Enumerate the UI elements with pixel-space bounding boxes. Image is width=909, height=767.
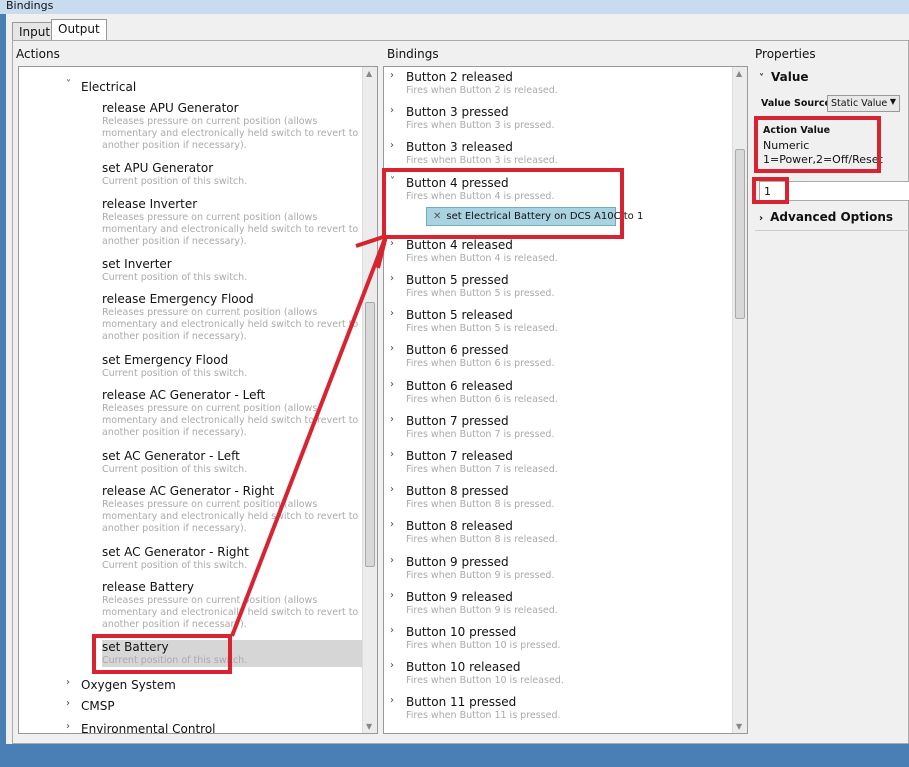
drag-arrow-annotation bbox=[230, 234, 388, 637]
